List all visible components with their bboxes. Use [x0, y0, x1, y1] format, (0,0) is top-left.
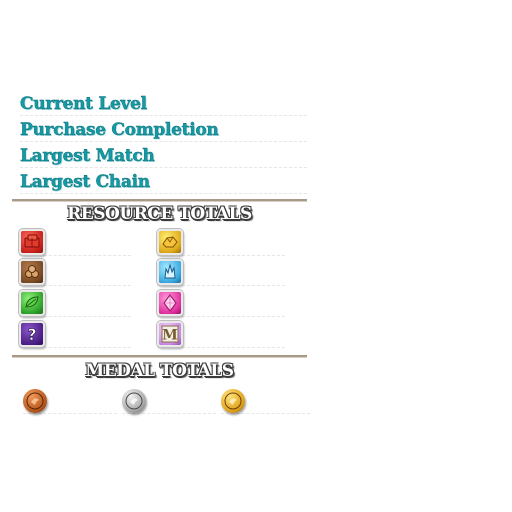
- svg-text:?: ?: [27, 325, 36, 344]
- gold-nugget-icon: [157, 229, 183, 255]
- medal-totals-header: Medal Totals: [85, 361, 234, 381]
- resource-item: ?: [19, 321, 131, 348]
- stat-row-largest-chain: Largest Chain: [20, 170, 307, 194]
- stat-row-current-level: Current Level: [20, 92, 307, 116]
- stat-label: Purchase Completion: [20, 120, 219, 140]
- gold-medal-icon: [221, 389, 245, 413]
- medal-item: [221, 389, 310, 414]
- section-divider: [12, 355, 307, 358]
- resource-item: [19, 229, 131, 256]
- green-leaf-icon: [19, 290, 45, 316]
- resource-item: [19, 290, 131, 317]
- resource-item: [157, 290, 285, 317]
- medal-item: [23, 389, 117, 414]
- medal-item: [122, 389, 216, 414]
- resource-item: [19, 259, 131, 286]
- resource-totals-header: Resource Totals: [67, 204, 252, 224]
- stat-label: Largest Chain: [20, 172, 150, 192]
- svg-text:M: M: [162, 328, 178, 344]
- bronze-medal-icon: [23, 389, 47, 413]
- silver-medal-icon: [122, 389, 146, 413]
- stat-label: Largest Match: [20, 146, 155, 166]
- resource-item: [157, 259, 285, 286]
- stats-panel: Current Level Purchase Completion Larges…: [0, 0, 512, 512]
- resource-item: [157, 229, 285, 256]
- stat-label: Current Level: [20, 94, 147, 114]
- wood-logs-icon: [19, 259, 45, 285]
- pink-gem-icon: [157, 290, 183, 316]
- red-brick-icon: [19, 229, 45, 255]
- stat-row-largest-match: Largest Match: [20, 144, 307, 168]
- stat-row-purchase-completion: Purchase Completion: [20, 118, 307, 142]
- mystery-question-icon: ?: [19, 321, 45, 347]
- m-block-icon: M: [157, 321, 183, 347]
- resource-item: M: [157, 321, 285, 348]
- section-divider: [12, 199, 307, 202]
- blue-crystal-icon: [157, 259, 183, 285]
